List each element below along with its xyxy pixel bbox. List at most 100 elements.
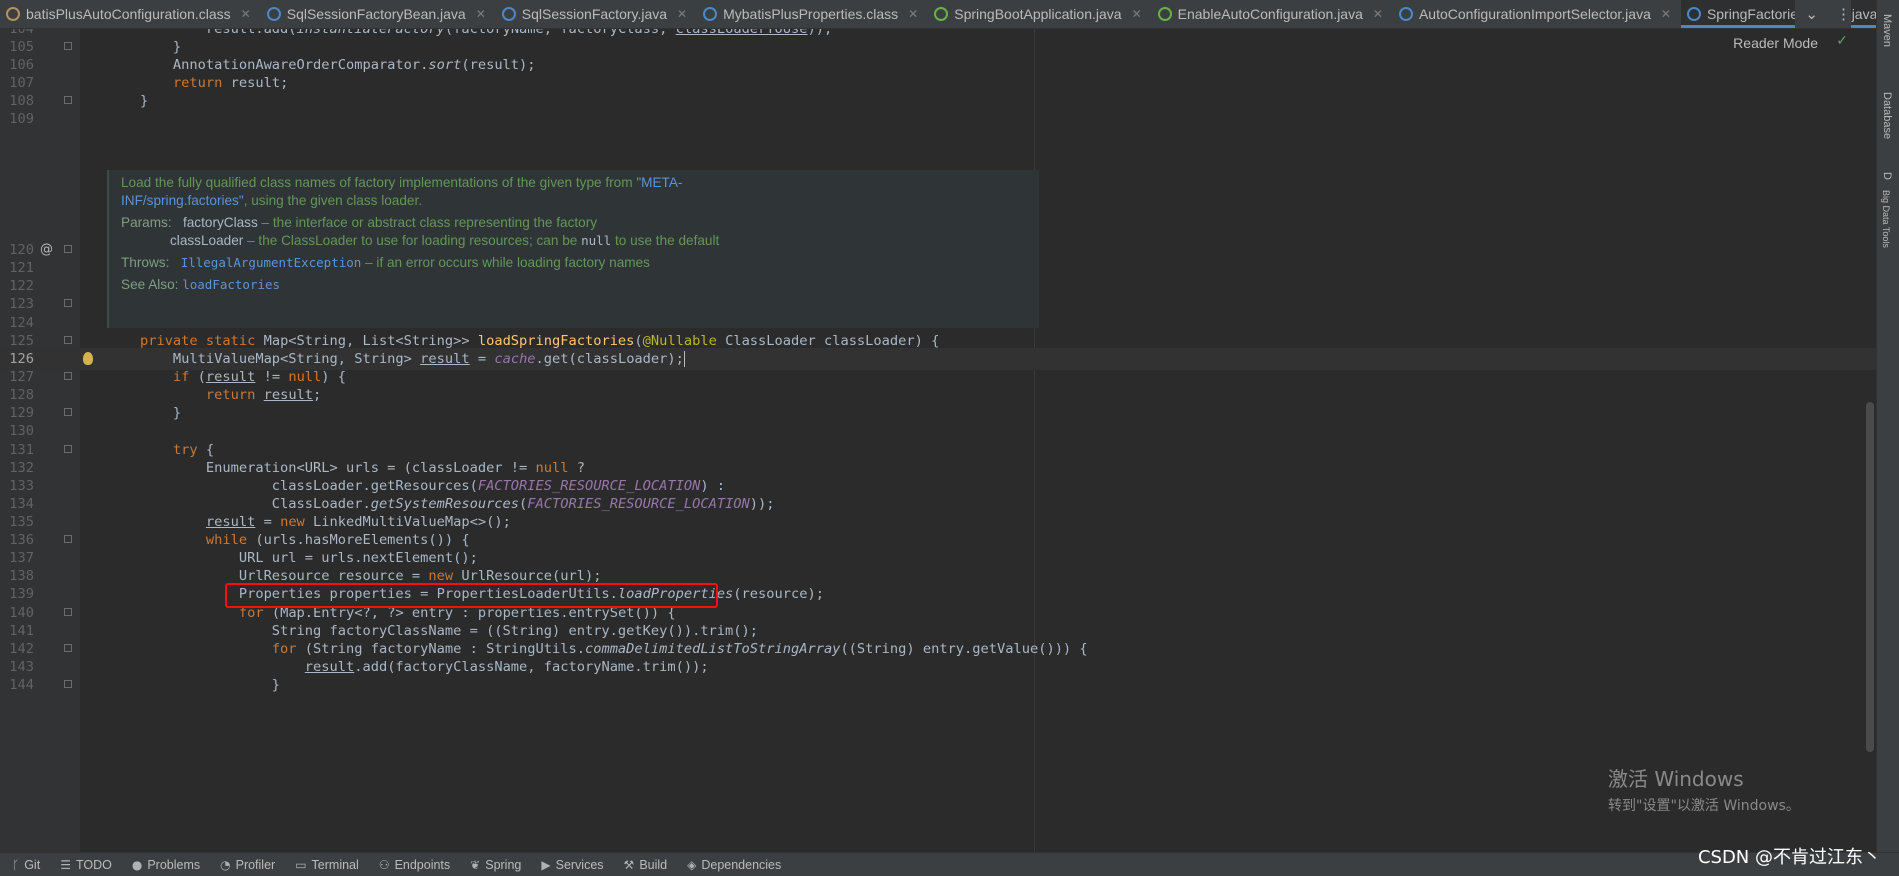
vertical-scrollbar[interactable] xyxy=(1864,29,1876,852)
tab-close-icon[interactable]: ✕ xyxy=(1661,7,1671,21)
code-line-109[interactable]: 109 xyxy=(0,108,1876,130)
profiler-icon: ◔ xyxy=(220,857,231,872)
toolwindow-services-button[interactable]: ▶ Services xyxy=(541,858,603,872)
code-line-144[interactable]: 144 } xyxy=(0,674,1876,696)
fold-toggle-icon[interactable] xyxy=(64,680,72,688)
tab-5[interactable]: EnableAutoConfiguration.java ✕ xyxy=(1152,0,1393,28)
tab-4[interactable]: SpringBootApplication.java ✕ xyxy=(928,0,1151,28)
fold-toggle-icon[interactable] xyxy=(64,245,72,253)
reader-mode-toggle[interactable]: Reader Mode xyxy=(1733,35,1818,51)
fold-toggle-icon[interactable] xyxy=(64,445,72,453)
csdn-watermark: CSDN @不肯过江东丶 xyxy=(1697,847,1881,868)
toolwindow-label: Problems xyxy=(147,857,201,872)
annotation-icon xyxy=(1157,7,1172,21)
fold-toggle-icon[interactable] xyxy=(64,42,72,50)
activate-windows-subtitle: 转到"设置"以激活 Windows。 xyxy=(1608,798,1800,814)
big-data-tools-button[interactable]: Big Data Tools xyxy=(1881,190,1891,248)
toolwindow-endpoints-button[interactable]: ⚇ Endpoints xyxy=(379,858,450,872)
tab-close-icon[interactable]: ✕ xyxy=(476,7,486,21)
toolwindow-label: Git xyxy=(24,857,41,872)
toolwindow-profiler-button[interactable]: ◔ Profiler xyxy=(220,858,275,872)
problems-icon: ● xyxy=(131,857,143,872)
fold-toggle-icon[interactable] xyxy=(64,608,72,616)
code-editor[interactable]: 104 result.add(instantiateFactory(factor… xyxy=(0,29,1876,852)
more-options-icon[interactable]: ⋮ xyxy=(1836,5,1851,23)
javadoc-meta-inf-link[interactable]: "META- xyxy=(636,175,682,190)
javadoc-rendered-comment: Load the fully qualified class names of … xyxy=(107,170,1039,328)
toolwindow-label: Services xyxy=(555,857,604,872)
tab-0[interactable]: batisPlusAutoConfiguration.class ✕ xyxy=(0,0,261,28)
tab-label: SqlSessionFactoryBean.java xyxy=(286,6,466,22)
git-branch-icon: ᚴ xyxy=(12,857,20,872)
terminal-icon: ▭ xyxy=(295,857,307,872)
fold-toggle-icon[interactable] xyxy=(64,336,72,344)
red-highlight-box xyxy=(225,583,718,608)
tab-3[interactable]: MybatisPlusProperties.class ✕ xyxy=(697,0,928,28)
fold-toggle-icon[interactable] xyxy=(64,408,72,416)
toolwindow-todo-button[interactable]: ☰ TODO xyxy=(60,858,112,872)
tab-label: batisPlusAutoConfiguration.class xyxy=(26,6,231,22)
toolwindow-label: Profiler xyxy=(235,857,276,872)
tab-6[interactable]: AutoConfigurationImportSelector.java ✕ xyxy=(1393,0,1681,28)
todo-list-icon: ☰ xyxy=(60,857,71,872)
maven-tool-button[interactable]: Maven xyxy=(1881,14,1893,47)
toolwindow-build-button[interactable]: ⚒ Build xyxy=(624,858,668,872)
services-icon: ▶ xyxy=(541,857,551,872)
tab-label: AutoConfigurationImportSelector.java xyxy=(1418,6,1651,22)
line-number: 109 xyxy=(9,111,34,127)
code-text: } xyxy=(107,677,281,693)
tab-2[interactable]: SqlSessionFactory.java ✕ xyxy=(496,0,697,28)
tab-1[interactable]: SqlSessionFactoryBean.java ✕ xyxy=(261,0,496,28)
tab-close-icon[interactable]: ✕ xyxy=(1132,7,1142,21)
tab-list-dropdown-icon[interactable]: ⌄ xyxy=(1805,5,1818,23)
fold-toggle-icon[interactable] xyxy=(64,372,72,380)
javadoc-spring-factories-link[interactable]: INF/spring.factories" xyxy=(121,193,244,208)
toolwindow-git-button[interactable]: ᚴ Git xyxy=(12,858,40,872)
java-class-icon xyxy=(266,7,281,21)
fold-toggle-icon[interactable] xyxy=(64,299,72,307)
bottom-tool-window-bar: ᚴ Git ☰ TODO ● Problems ◔ Profiler ▭ Terminal ⚇ End… xyxy=(0,852,1899,876)
tab-close-icon[interactable]: ✕ xyxy=(908,7,918,21)
tab-label: SpringFactoriesLoader.java xyxy=(1706,6,1878,22)
javadoc-throws: Throws: IllegalArgumentException – if an… xyxy=(121,255,650,270)
build-hammer-icon: ⚒ xyxy=(623,857,635,872)
toolwindow-label: Endpoints xyxy=(394,857,451,872)
tab-label: MybatisPlusProperties.class xyxy=(723,6,899,22)
intention-bulb-icon[interactable] xyxy=(83,352,93,365)
toolwindow-dependencies-button[interactable]: ◈ Dependencies xyxy=(687,858,781,872)
fold-toggle-icon[interactable] xyxy=(64,96,72,104)
java-class-icon xyxy=(1686,7,1701,21)
database-tool-button[interactable]: Database xyxy=(1881,92,1893,139)
class-file-icon xyxy=(703,7,718,21)
tab-close-icon[interactable]: ✕ xyxy=(1373,7,1383,21)
tab-tools: ⌄ ⋮ xyxy=(1795,0,1851,28)
dependencies-icon: ◈ xyxy=(687,857,697,872)
spring-leaf-icon: ❦ xyxy=(470,857,481,872)
toolwindow-terminal-button[interactable]: ▭ Terminal xyxy=(295,858,359,872)
toolwindow-problems-button[interactable]: ● Problems xyxy=(132,858,200,872)
toolwindow-label: Spring xyxy=(485,857,522,872)
toolwindow-label: Terminal xyxy=(311,857,359,872)
java-class-icon xyxy=(1398,7,1413,21)
illegal-argument-exception-link[interactable]: IllegalArgumentException xyxy=(181,255,362,270)
d-tool-button[interactable]: D xyxy=(1881,172,1893,180)
toolwindow-spring-button[interactable]: ❦ Spring xyxy=(470,858,521,872)
right-tool-strip: Maven Database D Big Data Tools xyxy=(1876,0,1899,852)
javadoc-see-also: See Also: loadFactories xyxy=(121,277,281,292)
fold-toggle-icon[interactable] xyxy=(64,535,72,543)
editor-tab-bar: batisPlusAutoConfiguration.class ✕ SqlSess… xyxy=(0,0,1899,29)
activate-windows-title: 激活 Windows xyxy=(1608,767,1744,791)
toolwindow-label: Build xyxy=(639,857,668,872)
tab-7[interactable]: SpringFactoriesLoader.java✕ xyxy=(1680,0,1899,28)
scrollbar-thumb[interactable] xyxy=(1866,402,1874,752)
activate-windows-watermark: 激活 Windows 转到"设置"以激活 Windows。 xyxy=(1608,766,1800,816)
tab-label: SpringBootApplication.java xyxy=(954,6,1122,22)
javadoc-param-2: classLoader – the ClassLoader to use for… xyxy=(170,233,720,248)
no-problems-check-icon[interactable]: ✓ xyxy=(1836,33,1848,49)
fold-toggle-icon[interactable] xyxy=(64,644,72,652)
line-number: 144 xyxy=(9,677,34,693)
tab-close-icon[interactable]: ✕ xyxy=(241,7,251,21)
annotation-icon xyxy=(934,7,949,21)
tab-close-icon[interactable]: ✕ xyxy=(677,7,687,21)
load-factories-link[interactable]: loadFactories xyxy=(182,277,280,292)
